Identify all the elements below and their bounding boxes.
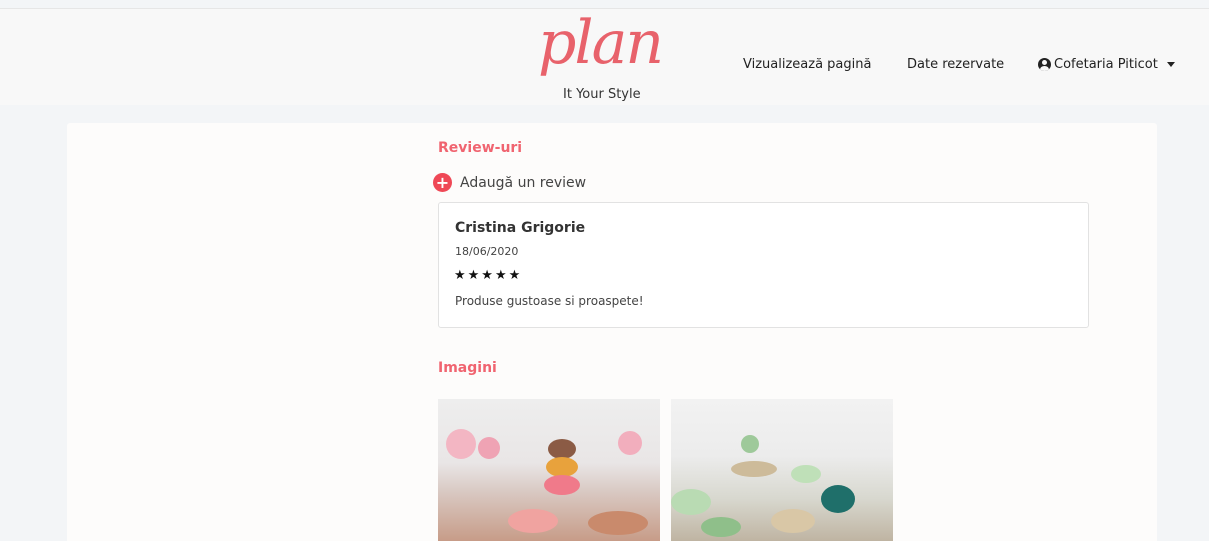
images-title: Imagini — [438, 360, 497, 376]
caret-down-icon — [1166, 62, 1175, 67]
review-date: 18/06/2020 — [455, 245, 519, 258]
nav-link-view-page[interactable]: Vizualizează pagină — [743, 57, 871, 72]
add-review-label: Adaugă un review — [460, 174, 587, 191]
user-name: Cofetaria Piticot — [1054, 57, 1158, 72]
nav-link-reserved-dates[interactable]: Date rezervate — [907, 57, 1004, 72]
user-circle-icon — [1038, 58, 1051, 71]
gallery-image-candy-bar-pink[interactable] — [438, 399, 660, 541]
navbar: plan It Your Style Vizualizează pagină D… — [0, 9, 1209, 105]
gallery-image-candy-bar-green[interactable] — [671, 399, 893, 541]
add-review-button[interactable]: + Adaugă un review — [433, 173, 586, 192]
reviews-title: Review-uri — [438, 140, 523, 156]
logo-tagline: It Your Style — [563, 87, 641, 102]
review-card: Cristina Grigorie 18/06/2020 ★★★★★ Produ… — [438, 202, 1089, 328]
user-menu-toggle[interactable]: Cofetaria Piticot — [1038, 57, 1175, 72]
logo-script: plan — [538, 8, 664, 78]
plus-circle-icon: + — [433, 173, 452, 192]
review-text: Produse gustoase si proaspete! — [455, 294, 644, 308]
review-author: Cristina Grigorie — [455, 220, 586, 236]
logo[interactable]: plan It Your Style — [532, 13, 702, 111]
star-rating: ★★★★★ — [454, 268, 523, 283]
